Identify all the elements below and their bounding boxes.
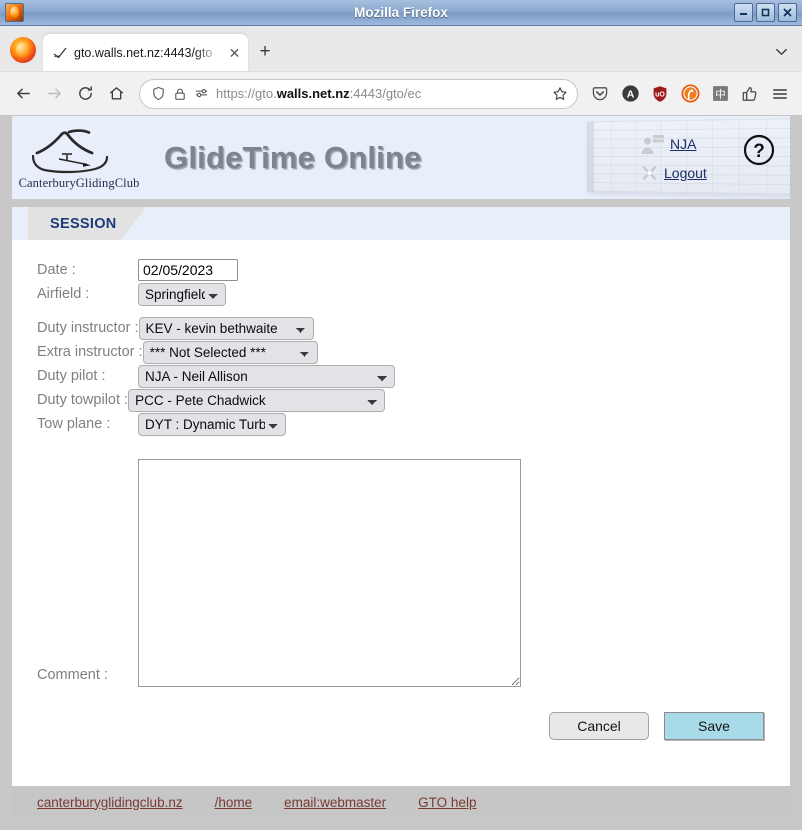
permissions-icon[interactable] (194, 86, 209, 101)
extra-instructor-row: Extra instructor : *** Not Selected *** (37, 340, 790, 364)
reload-button[interactable] (70, 79, 100, 109)
window-title: Mozilla Firefox (354, 5, 448, 20)
logout-link[interactable]: Logout (664, 165, 707, 181)
url-scheme: https://gto. (216, 86, 277, 101)
section-tabbar: SESSION (12, 199, 790, 240)
cancel-button[interactable]: Cancel (549, 712, 649, 740)
logout-icon (642, 166, 657, 180)
back-button[interactable] (8, 79, 38, 109)
footer-link-webmaster[interactable]: email:webmaster (284, 795, 386, 810)
comment-textarea[interactable] (138, 459, 521, 687)
date-input[interactable] (138, 259, 238, 281)
duty-towpilot-select[interactable]: PCC - Pete Chadwick (128, 388, 386, 412)
tow-plane-row: Tow plane : DYT : Dynamic Turbo (37, 412, 790, 436)
save-button[interactable]: Save (664, 712, 764, 740)
lock-icon[interactable] (173, 87, 187, 101)
comment-label: Comment : (37, 667, 108, 683)
chinese-input-icon[interactable]: 中 (706, 80, 734, 108)
firefox-logo-icon (10, 37, 36, 63)
window-controls (734, 3, 799, 22)
minimize-button[interactable] (734, 3, 753, 22)
user-card-icon (641, 135, 664, 154)
help-button[interactable]: ? (743, 134, 775, 171)
footer-link-club-site[interactable]: canterburyglidingclub.nz (37, 795, 183, 810)
airfield-select[interactable]: Springfield (138, 282, 226, 306)
glider-mountain-logo-icon (31, 128, 109, 173)
duty-instructor-row: Duty instructor : KEV - kevin bethwaite (37, 316, 790, 340)
svg-text:?: ? (753, 141, 765, 162)
bookmark-star-icon[interactable] (552, 86, 568, 102)
svg-text:A: A (626, 89, 634, 100)
date-label: Date : (37, 262, 76, 278)
page-title: GlideTime Online (164, 139, 422, 175)
tab-strip: gto.walls.net.nz:4443/gto ✕ + (0, 26, 802, 71)
svg-text:uO: uO (655, 91, 665, 98)
club-logo-text: CanterburyGlidingClub (18, 175, 140, 190)
tab-session[interactable]: SESSION (28, 207, 147, 240)
thumbs-up-icon[interactable] (736, 80, 764, 108)
glider-favicon (53, 47, 67, 58)
maximize-button[interactable] (756, 3, 775, 22)
site-header: CanterburyGlidingClub GlideTime Online N… (12, 116, 790, 199)
browser-tab[interactable]: gto.walls.net.nz:4443/gto ✕ (43, 34, 248, 71)
svg-text:中: 中 (715, 88, 725, 101)
header-links: NJA Logout (640, 133, 707, 182)
user-row: NJA (640, 133, 707, 155)
url-bar[interactable]: https://gto.walls.net.nz:4443/gto/ec (139, 78, 578, 109)
header-user-panel: NJA Logout ? (582, 116, 790, 199)
form-actions: Cancel Save (37, 712, 764, 740)
shield-icon[interactable] (151, 86, 166, 101)
footer-link-gto-help[interactable]: GTO help (418, 795, 476, 810)
web-page: CanterburyGlidingClub GlideTime Online N… (12, 116, 790, 818)
site-footer: canterburyglidingclub.nz /home email:web… (12, 785, 790, 818)
account-icon[interactable]: A (616, 80, 644, 108)
duty-pilot-select[interactable]: NJA - Neil Allison (138, 364, 395, 388)
extensions-toolbar: A uO 中 (586, 80, 794, 108)
firefox-icon (5, 3, 24, 22)
forward-button[interactable] (39, 79, 69, 109)
page-viewport: CanterburyGlidingClub GlideTime Online N… (0, 116, 802, 830)
user-link[interactable]: NJA (670, 136, 696, 152)
comment-row: Comment : (37, 459, 790, 687)
browser-chrome: gto.walls.net.nz:4443/gto ✕ + https://gt… (0, 26, 802, 116)
home-button[interactable] (101, 79, 131, 109)
window-titlebar: Mozilla Firefox (0, 0, 802, 26)
ublock-origin-icon[interactable]: uO (646, 80, 674, 108)
tab-title: gto.walls.net.nz:4443/gto (74, 45, 213, 60)
pocket-icon[interactable] (586, 80, 614, 108)
footer-link-home[interactable]: /home (215, 795, 253, 810)
duty-towpilot-label: Duty towpilot : (37, 392, 129, 408)
url-text[interactable]: https://gto.walls.net.nz:4443/gto/ec (216, 86, 545, 101)
tab-close-icon[interactable]: ✕ (227, 46, 242, 60)
tow-plane-label: Tow plane : (37, 416, 111, 432)
tow-plane-select[interactable]: DYT : Dynamic Turbo (138, 412, 286, 436)
browser-window: Mozilla Firefox gto.walls.net.nz:4443/gt… (0, 0, 802, 830)
extra-instructor-select[interactable]: *** Not Selected *** (142, 340, 318, 364)
airfield-label: Airfield : (37, 286, 90, 302)
duckduckgo-privacy-icon[interactable] (676, 80, 704, 108)
url-path: :4443/gto/ec (349, 86, 422, 101)
new-tab-button[interactable]: + (250, 37, 280, 67)
duty-towpilot-row: Duty towpilot : PCC - Pete Chadwick (37, 388, 790, 412)
close-button[interactable] (778, 3, 797, 22)
airfield-row: Airfield : Springfield (37, 282, 790, 306)
club-logo: CanterburyGlidingClub (18, 125, 140, 191)
date-row: Date : (37, 258, 790, 282)
duty-pilot-label: Duty pilot : (37, 368, 106, 384)
duty-instructor-label: Duty instructor : (37, 320, 139, 336)
logout-row: Logout (640, 164, 707, 182)
extra-instructor-label: Extra instructor : (37, 344, 143, 360)
chevron-down-icon[interactable] (766, 36, 796, 66)
hamburger-menu-icon[interactable] (766, 80, 794, 108)
duty-pilot-row: Duty pilot : NJA - Neil Allison (37, 364, 790, 388)
session-form: Date : Airfield : Springfield Duty instr… (12, 240, 790, 785)
url-host: walls.net.nz (276, 86, 350, 101)
duty-instructor-select[interactable]: KEV - kevin bethwaite (138, 316, 314, 340)
navigation-toolbar: https://gto.walls.net.nz:4443/gto/ec A u… (0, 71, 802, 115)
